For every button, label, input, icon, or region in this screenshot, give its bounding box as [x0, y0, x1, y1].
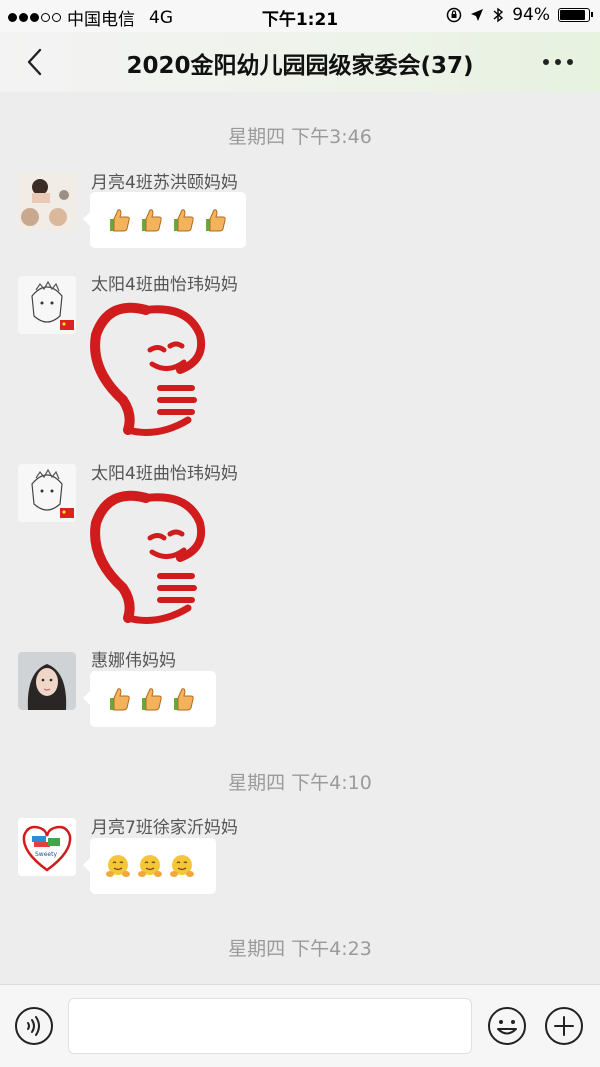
- message-bubble[interactable]: [83, 838, 216, 894]
- input-bar: [0, 984, 600, 1067]
- message-input[interactable]: [68, 998, 472, 1054]
- chat-title: 2020金阳幼儿园园级家委会(37): [126, 53, 474, 79]
- message-bubble[interactable]: [83, 671, 216, 727]
- thumbs-up-icon: [206, 209, 226, 232]
- more-dots-icon: [543, 59, 573, 65]
- thumbs-up-icon: [142, 688, 162, 711]
- time-label: 星期四 下午4:23: [228, 938, 372, 960]
- status-bar: 中国电信 4G 下午1:21 94%: [0, 0, 600, 32]
- lock-rotation-icon: [446, 7, 462, 23]
- hugging-face-icon: [138, 855, 162, 877]
- more-button[interactable]: [538, 50, 578, 74]
- avatar[interactable]: Sweety: [18, 818, 76, 876]
- sender-name: 月亮4班苏洪颐妈妈: [91, 173, 238, 193]
- avatar[interactable]: [18, 276, 76, 334]
- sender-name: 月亮7班徐家沂妈妈: [91, 818, 238, 838]
- avatar[interactable]: [18, 652, 76, 710]
- battery-percent: 94%: [512, 5, 550, 25]
- battery-icon: [558, 8, 593, 22]
- voice-icon: [15, 1007, 53, 1045]
- status-right: 94%: [446, 5, 593, 25]
- back-button[interactable]: [22, 46, 52, 78]
- hugging-face-icon: [106, 855, 130, 877]
- battery-fill: [560, 10, 585, 20]
- message-bubble[interactable]: [83, 192, 246, 248]
- emoji-button[interactable]: [487, 1006, 527, 1046]
- sender-name: 惠娜伟妈妈: [91, 651, 176, 671]
- thumbs-up-icon: [174, 209, 194, 232]
- voice-button[interactable]: [14, 1006, 54, 1046]
- smile-icon: [488, 1007, 526, 1045]
- plus-icon: [545, 1007, 583, 1045]
- time-label: 星期四 下午3:46: [228, 126, 372, 148]
- nav-bar: 2020金阳幼儿园园级家委会(37): [0, 32, 600, 92]
- bluetooth-icon: [493, 7, 504, 23]
- avatar[interactable]: [18, 173, 76, 231]
- sticker-image[interactable]: [88, 478, 208, 628]
- sticker-image[interactable]: [88, 290, 208, 440]
- avatar[interactable]: [18, 464, 76, 522]
- time-label: 星期四 下午4:10: [228, 772, 372, 794]
- chevron-left-icon: [27, 48, 42, 76]
- thumbs-up-icon: [174, 688, 194, 711]
- svg-text:Sweety: Sweety: [35, 851, 57, 858]
- thumbs-up-icon: [110, 209, 130, 232]
- add-button[interactable]: [544, 1006, 584, 1046]
- thumbs-up-icon: [110, 688, 130, 711]
- thumbs-up-icon: [142, 209, 162, 232]
- location-icon: [471, 9, 484, 21]
- hugging-face-icon: [170, 855, 194, 877]
